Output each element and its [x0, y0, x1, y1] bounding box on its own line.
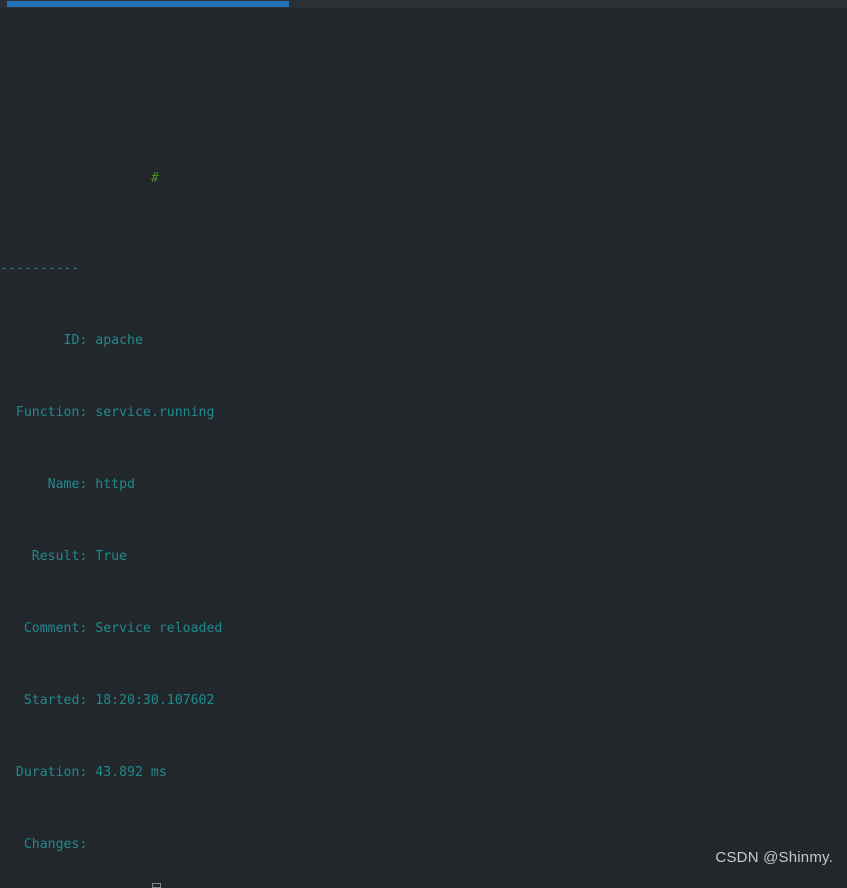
block-separator: ---------- — [0, 261, 80, 276]
field-result: Result: True — [0, 549, 128, 564]
field-started-value: 18:20:30.107602 — [95, 693, 215, 708]
window-top-bar — [0, 0, 847, 8]
terminal-output[interactable]: # ---------- ID: apache Function: servic… — [0, 8, 847, 888]
terminal-window: # ---------- ID: apache Function: servic… — [0, 0, 847, 888]
field-comment: Comment: Service reloaded — [0, 621, 223, 636]
watermark: CSDN @Shinmy. — [715, 849, 833, 866]
field-result-value: True — [95, 549, 128, 564]
field-duration-value: 43.892 ms — [95, 765, 167, 780]
field-comment-value: Service reloaded — [95, 621, 223, 636]
prompt-marker: # — [150, 171, 159, 186]
field-started: Started: 18:20:30.107602 — [0, 693, 215, 708]
prompt-line: # — [0, 170, 847, 188]
field-function: Function: service.running — [0, 405, 215, 420]
progress-bar — [7, 1, 289, 7]
field-id: ID: apache — [0, 333, 143, 348]
field-duration: Duration: 43.892 ms — [0, 765, 167, 780]
field-name-value: httpd — [95, 477, 135, 492]
text-cursor — [152, 883, 161, 888]
field-id-value: apache — [95, 333, 143, 348]
field-name: Name: httpd — [0, 477, 135, 492]
field-function-value: service.running — [95, 405, 215, 420]
